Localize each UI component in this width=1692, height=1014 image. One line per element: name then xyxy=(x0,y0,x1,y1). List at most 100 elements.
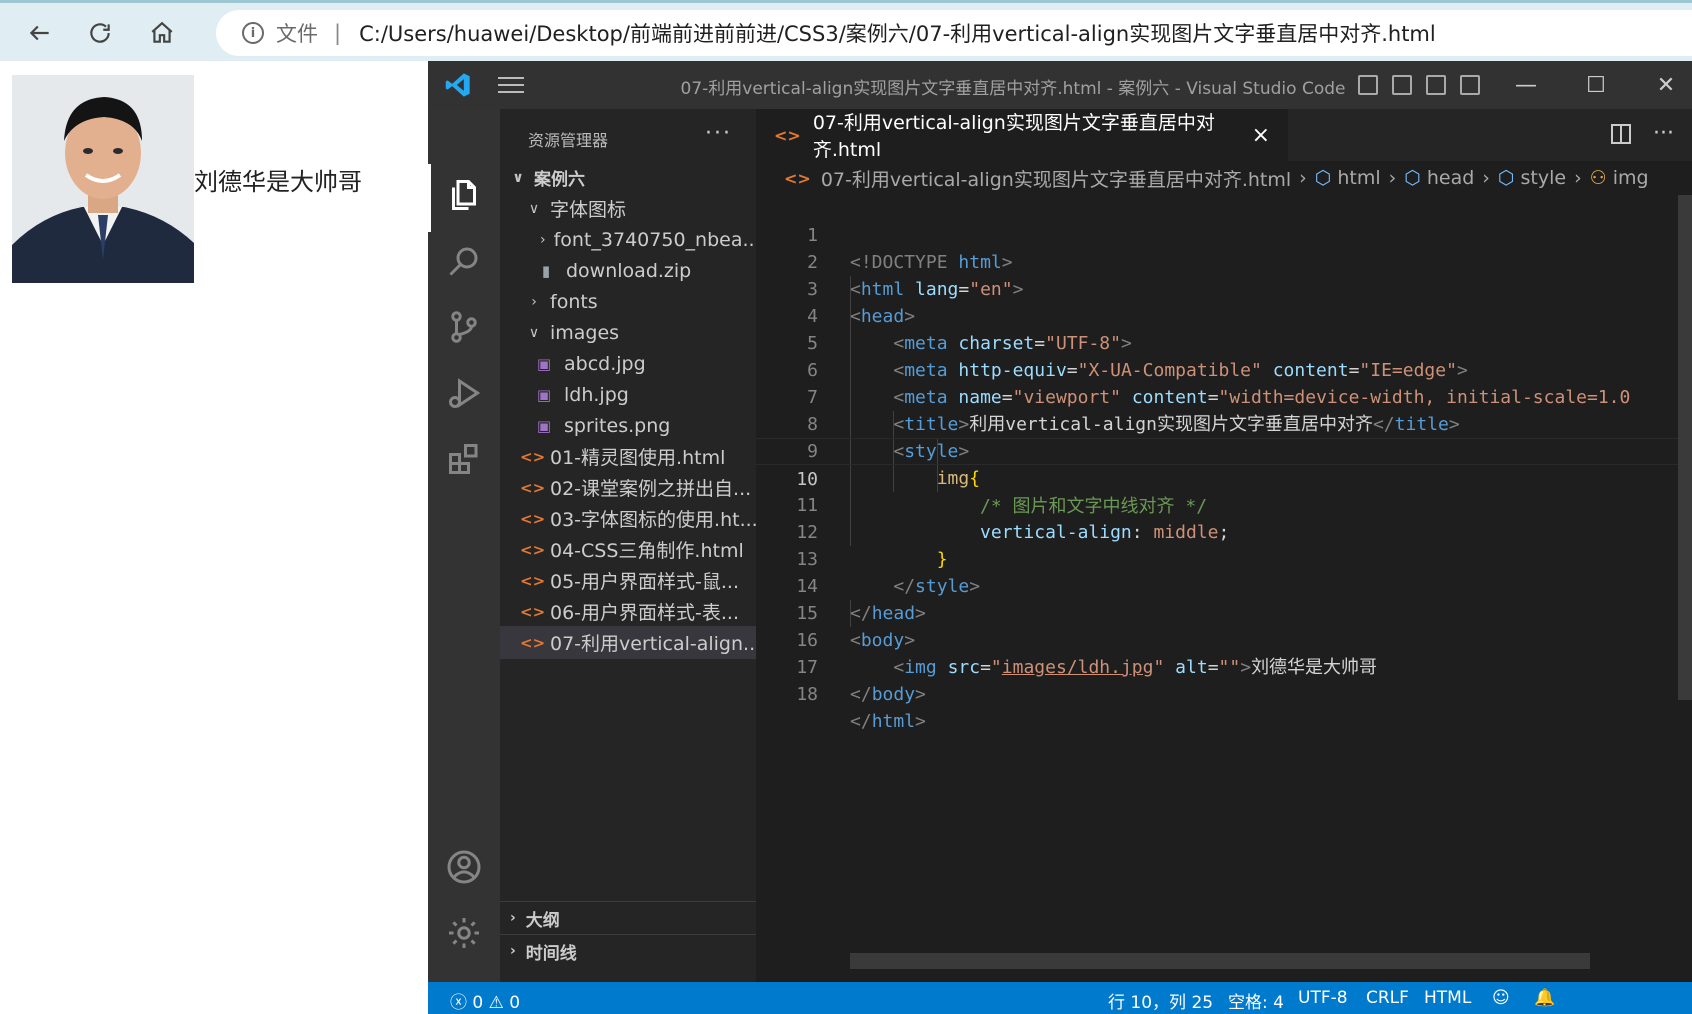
code-area[interactable]: 1 <!DOCTYPE html> 2 <html lang="en"> 3 <… xyxy=(756,195,1692,930)
code-token: body xyxy=(871,684,916,705)
html-file-icon: <> xyxy=(774,125,801,145)
customize-layout-icon[interactable] xyxy=(1460,75,1480,95)
tree-file[interactable]: ▣ sprites.png xyxy=(500,409,756,442)
tree-file[interactable]: <> 06-用户界面样式-表... xyxy=(500,595,756,628)
close-window-button[interactable]: ✕ xyxy=(1638,67,1692,103)
tree-folder-root[interactable]: ∨ 案例六 xyxy=(500,161,756,194)
error-icon: ⓧ xyxy=(450,993,467,1013)
address-url[interactable]: C:/Users/huawei/Desktop/前端前进前前进/CSS3/案例六… xyxy=(359,18,1436,48)
breadcrumb-html[interactable]: html xyxy=(1337,167,1380,189)
activity-bar xyxy=(428,109,500,982)
tab-active-file[interactable]: <> 07-利用vertical-align实现图片文字垂直居中对齐.html … xyxy=(756,109,1288,161)
toggle-secondary-sidebar-icon[interactable] xyxy=(1426,75,1446,95)
tab-label: 07-利用vertical-align实现图片文字垂直居中对齐.html xyxy=(812,112,1215,161)
tree-file[interactable]: <> 04-CSS三角制作.html xyxy=(500,533,756,566)
extensions-icon[interactable] xyxy=(446,441,482,477)
tree-label: abcd.jpg xyxy=(564,352,646,375)
gear-icon[interactable] xyxy=(446,915,482,951)
tree-label: 案例六 xyxy=(534,170,585,190)
cube-icon: ⬡ xyxy=(1497,167,1515,189)
tree-file-selected[interactable]: <> 07-利用vertical-align... xyxy=(500,626,756,659)
rendered-page: 刘德华是大帅哥 xyxy=(0,61,428,1014)
tree-folder[interactable]: ∨ images xyxy=(500,316,756,349)
tree-file[interactable]: <> 05-用户界面样式-鼠... xyxy=(500,564,756,597)
info-icon[interactable]: i xyxy=(242,22,264,44)
code-line: 13 </style> xyxy=(756,519,1692,597)
title-bar: 07-利用vertical-align实现图片文字垂直居中对齐.html - 案… xyxy=(428,61,1692,109)
code-line: 15 <body> xyxy=(756,573,1692,651)
accounts-icon[interactable] xyxy=(446,849,482,885)
reload-button[interactable] xyxy=(82,15,118,51)
html-file-icon: <> xyxy=(520,540,546,559)
editor-more-button[interactable]: ··· xyxy=(1653,121,1674,146)
explorer-more-button[interactable]: ··· xyxy=(705,121,732,146)
code-line: 4 <meta charset="UTF-8"> xyxy=(756,276,1692,354)
maximize-button[interactable]: ☐ xyxy=(1568,67,1624,103)
search-icon[interactable] xyxy=(446,243,482,279)
source-control-icon[interactable] xyxy=(446,309,482,345)
chevron-right-icon: › xyxy=(1299,167,1307,189)
cursor-position[interactable]: 行 10，列 25 xyxy=(1108,988,1213,1013)
code-line: 9 img{ xyxy=(756,411,1692,489)
code-line: 3 <head> xyxy=(756,249,1692,327)
minimize-button[interactable]: — xyxy=(1498,67,1554,103)
address-file-label: 文件 xyxy=(276,22,318,46)
indentation-status[interactable]: 空格: 4 xyxy=(1228,988,1284,1013)
home-button[interactable] xyxy=(144,15,180,51)
line-number: 18 xyxy=(796,684,818,705)
tree-file[interactable]: <> 02-课堂案例之拼出自... xyxy=(500,471,756,504)
eol-status[interactable]: CRLF xyxy=(1366,988,1409,1008)
timeline-panel-header[interactable]: › 时间线 xyxy=(500,934,756,967)
tree-file[interactable]: ▣ ldh.jpg xyxy=(500,378,756,411)
breadcrumb-img[interactable]: img xyxy=(1613,167,1649,189)
reload-icon xyxy=(90,23,110,43)
run-debug-icon[interactable] xyxy=(446,375,482,411)
cube-icon: ⬡ xyxy=(1314,167,1332,189)
status-bar: ⓧ 0 ⚠ 0 行 10，列 25 空格: 4 UTF-8 CRLF HTML … xyxy=(428,982,1692,1014)
tree-label: sprites.png xyxy=(564,414,671,437)
close-tab-icon[interactable]: × xyxy=(1252,123,1270,148)
code-line: 6 <meta name="viewport" content="width=d… xyxy=(756,330,1692,408)
toggle-panel-icon[interactable] xyxy=(1392,75,1412,95)
chevron-right-icon: › xyxy=(510,910,516,926)
split-editor-icon[interactable] xyxy=(1611,124,1632,144)
vertical-scrollbar[interactable] xyxy=(1678,195,1692,700)
tree-folder[interactable]: › font_3740750_nbea... xyxy=(500,223,756,256)
tree-file[interactable]: <> 03-字体图标的使用.ht... xyxy=(500,502,756,535)
encoding-status[interactable]: UTF-8 xyxy=(1298,988,1348,1008)
tree-file[interactable]: <> 01-精灵图使用.html xyxy=(500,440,756,473)
html-file-icon: <> xyxy=(520,478,546,497)
chevron-right-icon: › xyxy=(1574,167,1582,189)
html-file-icon: <> xyxy=(520,509,546,528)
explorer-icon[interactable] xyxy=(446,177,482,213)
toggle-sidebar-icon[interactable] xyxy=(1358,75,1378,95)
address-bar[interactable]: i 文件 | C:/Users/huawei/Desktop/前端前进前前进/C… xyxy=(216,10,1692,56)
editor-actions: ··· xyxy=(1611,121,1674,146)
vscode-window: 07-利用vertical-align实现图片文字垂直居中对齐.html - 案… xyxy=(428,61,1692,1014)
back-button[interactable] xyxy=(22,15,58,51)
chevron-down-icon: ∨ xyxy=(528,200,540,217)
tree-folder[interactable]: › fonts xyxy=(500,285,756,318)
bell-icon[interactable]: 🔔 xyxy=(1534,988,1555,1008)
chevron-right-icon: › xyxy=(1388,167,1397,189)
problems-status[interactable]: ⓧ 0 ⚠ 0 xyxy=(450,988,520,1013)
element-icon: ⚇ xyxy=(1589,167,1607,189)
tree-folder[interactable]: ∨ 字体图标 xyxy=(500,192,756,225)
image-file-icon: ▣ xyxy=(536,354,552,373)
code-line: 11 vertical-align: middle; xyxy=(756,465,1692,543)
feedback-icon[interactable]: ☺ xyxy=(1492,988,1510,1008)
tree-file[interactable]: ▣ abcd.jpg xyxy=(500,347,756,380)
tree-file[interactable]: ▮ download.zip xyxy=(500,254,756,287)
image-file-icon: ▣ xyxy=(536,416,552,435)
html-file-icon: <> xyxy=(520,447,546,466)
horizontal-scrollbar[interactable] xyxy=(850,953,1590,969)
tree-label: 01-精灵图使用.html xyxy=(550,447,726,469)
breadcrumb-file[interactable]: 07-利用vertical-align实现图片文字垂直居中对齐.html xyxy=(821,165,1291,192)
code-line: 2 <html lang="en"> xyxy=(756,222,1692,300)
html-file-icon: <> xyxy=(784,168,811,188)
breadcrumb-style[interactable]: style xyxy=(1521,167,1567,189)
editor: <> 07-利用vertical-align实现图片文字垂直居中对齐.html … xyxy=(756,109,1692,982)
language-mode[interactable]: HTML xyxy=(1424,988,1471,1008)
breadcrumb-head[interactable]: head xyxy=(1427,167,1474,189)
outline-panel-header[interactable]: › 大纲 xyxy=(500,901,756,934)
